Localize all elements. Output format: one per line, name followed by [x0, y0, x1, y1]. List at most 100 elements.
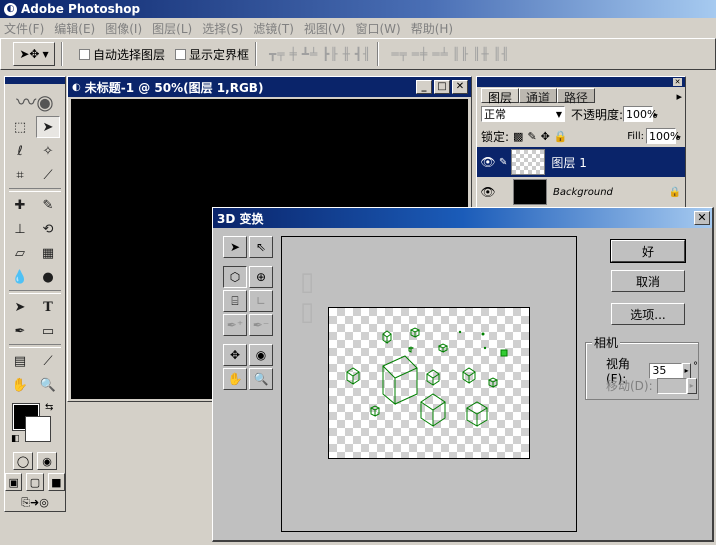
direct-selection-tool-icon[interactable]: ⇖ [249, 236, 273, 258]
opacity-slider-icon[interactable]: ▸ [654, 110, 658, 119]
pen-tool-icon[interactable]: ✒ [8, 320, 32, 342]
healing-brush-tool-icon[interactable]: ✚ [8, 194, 32, 216]
lock-transparency-icon[interactable]: ▩ [513, 130, 523, 143]
toolbox-logo-icon[interactable]: 〰◉ [5, 84, 65, 116]
crop-tool-icon[interactable]: ⌗ [8, 164, 32, 186]
lock-all-icon[interactable]: 🔒 [554, 130, 568, 143]
convert-point-tool-icon[interactable]: ∟ [249, 290, 273, 312]
distribute-left-icon[interactable]: ║╟ [453, 47, 469, 61]
menu-help[interactable]: 帮助(H) [411, 20, 453, 37]
align-top-icon[interactable]: ┳╤ [269, 47, 285, 61]
type-tool-icon[interactable]: T [36, 296, 60, 318]
eyedropper-tool-icon[interactable]: ⟋ [36, 350, 60, 372]
default-colors-icon[interactable]: ◧ [11, 434, 20, 444]
swap-colors-icon[interactable]: ⇆ [45, 402, 53, 413]
palette-menu-icon[interactable]: ▸ [676, 90, 682, 103]
tab-layers[interactable]: 图层 [481, 88, 520, 105]
sphere-tool-icon[interactable]: ⊕ [249, 266, 273, 288]
minimize-button[interactable]: _ [416, 80, 432, 94]
distribute-bottom-icon[interactable]: ═╧ [432, 47, 448, 61]
align-vcenter-icon[interactable]: ╪ [289, 47, 297, 61]
dialog-close-button[interactable]: ✕ [694, 211, 710, 225]
selection-tool-icon[interactable]: ➤ [223, 236, 247, 258]
move-tool-icon[interactable]: ➤ [36, 116, 60, 138]
lock-paint-icon[interactable]: ✎ [527, 130, 536, 143]
menu-view[interactable]: 视图(V) [304, 20, 346, 37]
menu-filter[interactable]: 滤镜(T) [253, 20, 294, 37]
menu-edit[interactable]: 编辑(E) [54, 20, 95, 37]
distribute-right-icon[interactable]: ║╢ [494, 47, 510, 61]
document-titlebar[interactable]: ◐ 未标题-1 @ 50%(图层 1,RGB) _ □ ✕ [68, 77, 471, 97]
hand-tool-icon[interactable]: ✋ [223, 368, 247, 390]
align-left-icon[interactable]: ┣╟ [322, 47, 338, 61]
eye-icon[interactable]: 👁 [477, 185, 499, 199]
menu-image[interactable]: 图像(I) [105, 20, 142, 37]
zoom-tool-icon[interactable]: 🔍 [36, 374, 60, 396]
auto-select-checkbox[interactable]: 自动选择图层 [79, 46, 165, 63]
blend-mode-select[interactable]: 正常 ▼ [481, 106, 565, 122]
distribute-top-icon[interactable]: ═╤ [391, 47, 407, 61]
preview-canvas[interactable] [328, 307, 530, 459]
path-selection-tool-icon[interactable]: ➤ [8, 296, 32, 318]
menu-file[interactable]: 文件(F) [4, 20, 44, 37]
options-button[interactable]: 选项... [611, 303, 685, 325]
delete-anchor-point-icon[interactable]: ✒⁻ [249, 314, 273, 336]
layer-row[interactable]: 👁 Background 🔒 [477, 177, 685, 207]
eraser-tool-icon[interactable]: ▱ [8, 242, 32, 264]
fill-input[interactable]: 100% [645, 128, 680, 144]
quick-mask-mode-icon[interactable]: ◉ [37, 452, 57, 470]
dodge-tool-icon[interactable]: ● [36, 266, 60, 288]
history-brush-tool-icon[interactable]: ⟲ [36, 218, 60, 240]
show-bounds-checkbox[interactable]: 显示定界框 [175, 46, 249, 63]
eye-icon[interactable]: 👁 [477, 155, 499, 169]
dialog-titlebar[interactable]: 3D 变换 ✕ [213, 208, 712, 228]
marquee-tool-icon[interactable]: ⬚ [8, 116, 32, 138]
zoom-tool-icon[interactable]: 🔍 [249, 368, 273, 390]
add-anchor-point-icon[interactable]: ✒⁺ [223, 314, 247, 336]
gradient-tool-icon[interactable]: ▦ [36, 242, 60, 264]
align-right-icon[interactable]: ┫╢ [355, 47, 371, 61]
standard-mode-icon[interactable]: ◯ [13, 452, 33, 470]
fill-slider-icon[interactable]: ▸ [677, 132, 681, 141]
pan-camera-icon[interactable]: ✥ [223, 344, 247, 366]
close-button[interactable]: ✕ [452, 80, 468, 94]
blur-tool-icon[interactable]: 💧 [8, 266, 32, 288]
screen-mode-full-icon[interactable]: ■ [47, 473, 65, 491]
align-bottom-icon[interactable]: ┻╧ [302, 47, 318, 61]
trackball-icon[interactable]: ◉ [249, 344, 273, 366]
rectangle-tool-icon[interactable]: ▭ [36, 320, 60, 342]
screen-mode-full-menu-icon[interactable]: ▢ [26, 473, 44, 491]
menu-window[interactable]: 窗口(W) [355, 20, 400, 37]
opacity-input[interactable]: 100% [623, 106, 658, 122]
magic-wand-tool-icon[interactable]: ✧ [36, 140, 60, 162]
notes-tool-icon[interactable]: ▤ [8, 350, 32, 372]
toolbox-header[interactable] [5, 77, 65, 84]
tool-preset-picker[interactable]: ➤✥ ▼ [13, 42, 55, 66]
ok-button[interactable]: 好 [610, 239, 686, 263]
menu-select[interactable]: 选择(S) [202, 20, 243, 37]
tab-channels[interactable]: 通道 [519, 88, 558, 105]
distribute-vcenter-icon[interactable]: ═╪ [412, 47, 428, 61]
clone-stamp-tool-icon[interactable]: ⊥ [8, 218, 32, 240]
tab-paths[interactable]: 路径 [557, 88, 596, 105]
menu-layer[interactable]: 图层(L) [152, 20, 192, 37]
layer-row[interactable]: 👁 ✎ 图层 1 [477, 147, 685, 177]
cube-tool-icon[interactable]: ⬡ [223, 266, 247, 288]
brush-tool-icon[interactable]: ✎ [36, 194, 60, 216]
cylinder-tool-icon[interactable]: ⌸ [223, 290, 247, 312]
brush-link-icon[interactable]: ✎ [499, 157, 507, 168]
slice-tool-icon[interactable]: ⟋ [36, 164, 60, 186]
hand-tool-icon[interactable]: ✋ [8, 374, 32, 396]
background-color-swatch[interactable] [25, 416, 51, 442]
checkbox-box[interactable] [79, 48, 90, 60]
palette-close-icon[interactable]: ✕ [673, 78, 682, 86]
checkbox-box[interactable] [175, 48, 187, 60]
lasso-tool-icon[interactable]: ℓ [8, 140, 32, 162]
palette-titlebar[interactable]: ✕ [477, 77, 685, 87]
maximize-button[interactable]: □ [434, 80, 450, 94]
distribute-hcenter-icon[interactable]: ║╫ [473, 47, 489, 61]
jump-to-imageready-icon[interactable]: ⎘➜◎ [13, 494, 57, 512]
lock-move-icon[interactable]: ✥ [541, 130, 550, 143]
cancel-button[interactable]: 取消 [611, 270, 685, 292]
screen-mode-standard-icon[interactable]: ▣ [5, 473, 23, 491]
